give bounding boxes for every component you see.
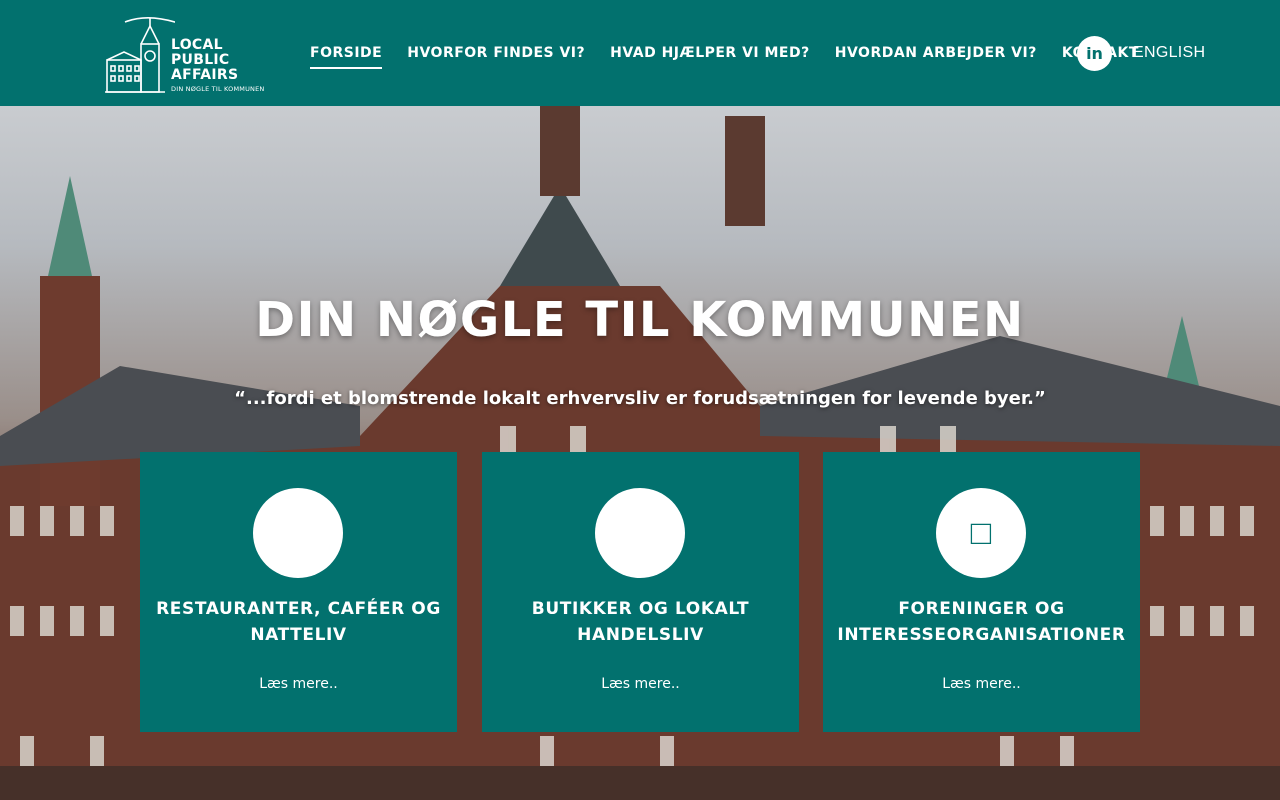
logo-line-1: LOCAL [171,37,223,53]
read-more-link[interactable]: Læs mere.. [482,676,799,692]
city-hall-logo-icon [105,16,175,93]
shop-icon [595,488,685,578]
logo-line-3: AFFAIRS [171,67,239,83]
read-more-link[interactable]: Læs mere.. [140,676,457,692]
nav-item-hvorfor[interactable]: HVORFOR FINDES VI? [407,45,585,61]
linkedin-icon[interactable]: in [1077,36,1112,71]
logo-line-2: PUBLIC [171,52,230,68]
nav-item-hvad[interactable]: HVAD HJÆLPER VI MED? [610,45,810,61]
nav-item-forside[interactable]: FORSIDE [310,45,383,69]
main-nav: FORSIDE HVORFOR FINDES VI? HVAD HJÆLPER … [310,0,1164,106]
organization-icon: □ [936,488,1026,578]
card-title: FORENINGER OG INTERESSEORGANISATIONER [837,599,1126,645]
hero-quote: “...fordi et blomstrende lokalt erhvervs… [234,388,1046,409]
read-more-link[interactable]: Læs mere.. [823,676,1140,692]
card-restauranter[interactable]: RESTAURANTER, CAFÉER OG NATTELIV Læs mer… [140,452,457,732]
language-switch-english[interactable]: ENGLISH [1133,44,1205,62]
nav-item-hvordan[interactable]: HVORDAN ARBEJDER VI? [835,45,1037,61]
hero-section: DIN NØGLE TIL KOMMUNEN “...fordi et blom… [0,106,1280,800]
card-butikker[interactable]: BUTIKKER OG LOKALT HANDELSLIV Læs mere.. [482,452,799,732]
logo-wordmark: LOCAL PUBLIC AFFAIRS [171,38,238,83]
card-title: BUTIKKER OG LOKALT HANDELSLIV [531,599,750,645]
site-header: LOCAL PUBLIC AFFAIRS DIN NØGLE TIL KOMMU… [0,0,1280,106]
card-foreninger[interactable]: □ FORENINGER OG INTERESSEORGANISATIONER … [823,452,1140,732]
linkedin-glyph: in [1086,44,1103,63]
logo-tagline: DIN NØGLE TIL KOMMUNEN [171,85,265,93]
site-logo[interactable]: LOCAL PUBLIC AFFAIRS DIN NØGLE TIL KOMMU… [105,14,270,96]
restaurant-icon [253,488,343,578]
hero-title: DIN NØGLE TIL KOMMUNEN [255,292,1025,348]
card-title: RESTAURANTER, CAFÉER OG NATTELIV [156,599,441,645]
